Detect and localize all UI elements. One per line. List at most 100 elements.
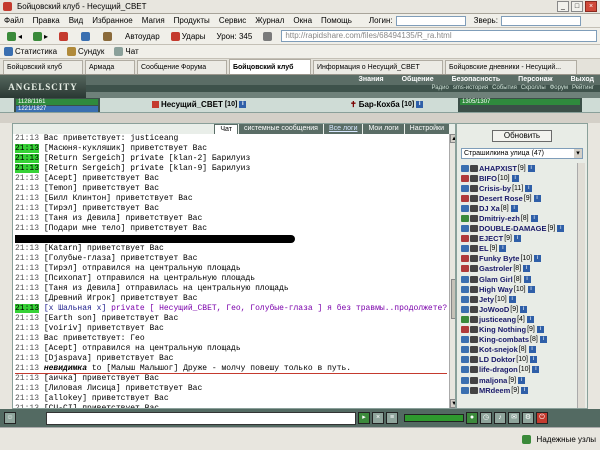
player-list-item[interactable]: King Nothing [9] i: [461, 325, 577, 335]
player-nick[interactable]: DJ Xa: [479, 204, 500, 213]
nav-character[interactable]: Персонаж: [518, 75, 552, 85]
tab-settings[interactable]: Настройки: [404, 124, 449, 134]
menu-file[interactable]: Файл: [4, 16, 24, 25]
player-nick[interactable]: EJECT: [479, 234, 503, 243]
tab-chat[interactable]: Чат: [214, 124, 238, 134]
player-list-item[interactable]: LD Doktor [10] i: [461, 355, 577, 365]
stop-button[interactable]: [55, 30, 74, 43]
player-info-icon[interactable]: i: [532, 366, 540, 374]
player-info-icon[interactable]: i: [527, 285, 535, 293]
menu-help[interactable]: Помощь: [321, 16, 352, 25]
filter-button[interactable]: [259, 30, 278, 43]
player-nick[interactable]: LD Doktor: [479, 355, 515, 364]
player-list-item[interactable]: maljona [9] i: [461, 375, 577, 385]
settings-icon[interactable]: ⚙: [522, 412, 534, 424]
nav-communication[interactable]: Общение: [402, 75, 434, 85]
player-list-item[interactable]: AHAPXIST [9] i: [461, 163, 577, 173]
chat-input[interactable]: [46, 411, 356, 425]
player-nick[interactable]: Glam Girl: [479, 275, 513, 284]
player-nick[interactable]: Crisis-by: [479, 184, 511, 193]
back-button[interactable]: ◂: [3, 30, 26, 43]
player-info-icon[interactable]: i: [534, 255, 542, 263]
damage-button[interactable]: Урон: 345: [212, 30, 256, 43]
player-list-item[interactable]: Funky Byte [10] i: [461, 254, 577, 264]
login-field[interactable]: [395, 15, 466, 26]
player-list-item[interactable]: DJ Xa [8] i: [461, 203, 577, 213]
menu-magic[interactable]: Магия: [142, 16, 165, 25]
player-info-icon[interactable]: i: [511, 174, 519, 182]
menu-products[interactable]: Продукты: [174, 16, 210, 25]
beast-field[interactable]: [500, 15, 581, 26]
player-list-item[interactable]: life-dragon [10] i: [461, 365, 577, 375]
player-nick[interactable]: life-dragon: [479, 365, 518, 374]
chat-sender[interactable]: [x Шальная x]: [44, 304, 106, 313]
player-list-item[interactable]: EJECT [9] i: [461, 234, 577, 244]
player-nick[interactable]: Desert Rose: [479, 194, 523, 203]
player-info-icon[interactable]: i: [520, 305, 528, 313]
player-info-icon[interactable]: i: [557, 225, 565, 233]
refresh-list-button[interactable]: Обновить: [492, 130, 552, 142]
menu-edit[interactable]: Правка: [33, 16, 60, 25]
menu-favorites[interactable]: Избранное: [92, 16, 133, 25]
opponent-info-icon[interactable]: i: [416, 101, 424, 108]
player-nick[interactable]: King Nothing: [479, 325, 526, 334]
player-nick[interactable]: DOUBLE-DAMAGE: [479, 224, 547, 233]
player-info-icon[interactable]: i: [539, 336, 547, 344]
subnav-forum[interactable]: Форум: [550, 85, 568, 92]
scroll-thumb[interactable]: [451, 279, 455, 319]
smiley-icon[interactable]: ☺: [4, 412, 16, 424]
player-list-item[interactable]: justiceang [4] i: [461, 314, 577, 324]
opponent-name[interactable]: Бар-Кохба: [359, 100, 400, 109]
subnav-scrolls[interactable]: Скроллы: [521, 85, 546, 92]
menu-service[interactable]: Сервис: [219, 16, 246, 25]
player-info-icon[interactable]: i: [528, 346, 536, 354]
subnav-sms[interactable]: sms-история: [453, 85, 488, 92]
sound-icon[interactable]: ♪: [494, 412, 506, 424]
player-nick[interactable]: King-combats: [479, 335, 529, 344]
player-info-icon[interactable]: i: [499, 245, 507, 253]
bookmark-chat[interactable]: Чат: [114, 47, 139, 56]
tab-armada[interactable]: Армада: [85, 60, 135, 74]
filter-icon[interactable]: ≡: [386, 412, 398, 424]
bookmark-chest[interactable]: Сундук: [67, 47, 104, 56]
player-info-icon[interactable]: i: [510, 204, 518, 212]
player-list-item[interactable]: Kot-snejok [8] i: [461, 345, 577, 355]
subnav-rating[interactable]: Рейтинг: [572, 85, 594, 92]
player-list-item[interactable]: Glam Girl [8] i: [461, 274, 577, 284]
player-nick[interactable]: EL: [479, 244, 489, 253]
chat-scrollbar[interactable]: ▲ ▼: [449, 134, 455, 408]
tab-fight-club-active[interactable]: Бойцовский клуб: [229, 59, 311, 74]
home-button[interactable]: [99, 30, 118, 43]
subnav-events[interactable]: События: [492, 85, 517, 92]
online-icon[interactable]: ●: [466, 412, 478, 424]
player-info-icon[interactable]: i: [513, 235, 521, 243]
player-info-icon[interactable]: i: [523, 265, 531, 273]
player-nick[interactable]: MRdeem: [479, 386, 510, 395]
player-nick[interactable]: maljona: [479, 376, 507, 385]
player-list-item[interactable]: JoWooD [9] i: [461, 304, 577, 314]
send-button[interactable]: ▸: [358, 412, 370, 424]
player-nick[interactable]: justiceang: [479, 315, 516, 324]
player-info-icon[interactable]: i: [525, 184, 533, 192]
player-list-item[interactable]: Jety [10] i: [461, 294, 577, 304]
player-info-icon[interactable]: i: [533, 194, 541, 202]
nav-security[interactable]: Безопасность: [452, 75, 501, 85]
chat-mode-icon[interactable]: ✉: [508, 412, 520, 424]
scroll-down-button[interactable]: ▼: [450, 399, 455, 408]
tab-player-info[interactable]: Информация о Несущий_СВЕТ: [313, 60, 443, 74]
tab-fight-club[interactable]: Бойцовский клуб: [3, 60, 83, 74]
clear-button[interactable]: ×: [372, 412, 384, 424]
player-info-icon[interactable]: i: [527, 164, 535, 172]
player-list-item[interactable]: Dmitriy-ezh [8] i: [461, 213, 577, 223]
player-nick[interactable]: Dmitriy-ezh: [479, 214, 520, 223]
player-list-item[interactable]: DOUBLE-DAMAGE [9] i: [461, 224, 577, 234]
player-name[interactable]: Несущий_СВЕТ: [161, 100, 223, 109]
bookmark-statistics[interactable]: Статистика: [4, 47, 57, 56]
player-info-icon[interactable]: i: [523, 275, 531, 283]
player-nick[interactable]: BIFO: [479, 174, 497, 183]
player-list-item[interactable]: High Way [10] i: [461, 284, 577, 294]
subnav-radio[interactable]: Радио: [431, 85, 448, 92]
player-nick[interactable]: AHAPXIST: [479, 164, 517, 173]
maximize-button[interactable]: □: [571, 1, 583, 12]
tab-all-logs[interactable]: Все логи: [323, 124, 363, 134]
